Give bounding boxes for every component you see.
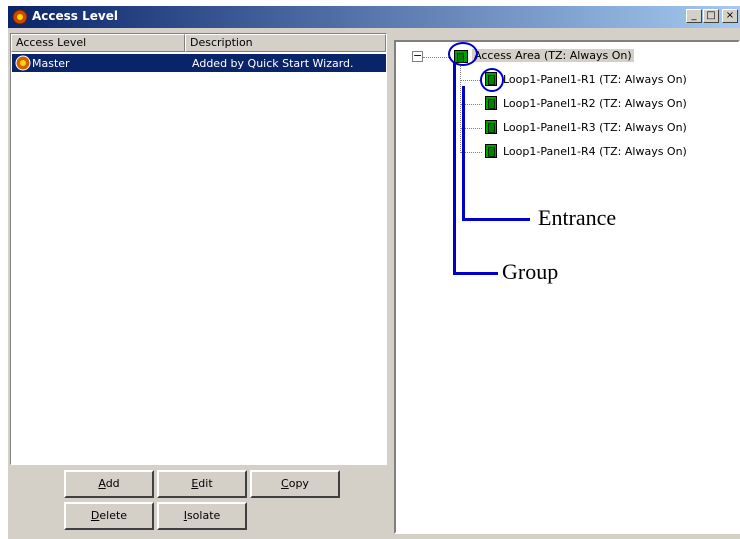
tree-root-label[interactable]: Access Area (TZ: Always On)	[472, 49, 634, 62]
tree-connector	[460, 80, 482, 81]
edit-button-label: dit	[198, 477, 213, 490]
app-icon	[12, 9, 28, 25]
tree-connector	[423, 57, 451, 58]
group-pointer-line	[453, 272, 498, 275]
window-title: Access Level	[32, 9, 118, 23]
copy-button-hotkey: C	[281, 477, 289, 490]
tree-item-r4[interactable]: Loop1-Panel1-R4 (TZ: Always On)	[503, 145, 687, 158]
access-level-list[interactable]: Access Level Description Master Added by…	[10, 33, 387, 465]
table-row[interactable]: Master Added by Quick Start Wizard.	[12, 54, 386, 72]
isolate-button-label: solate	[186, 509, 221, 522]
tree-item-r3[interactable]: Loop1-Panel1-R3 (TZ: Always On)	[503, 121, 687, 134]
door-icon	[485, 96, 497, 110]
delete-button[interactable]: Delete	[64, 502, 154, 530]
entrance-highlight-circle	[480, 68, 504, 92]
add-button[interactable]: Add	[64, 470, 154, 498]
collapse-toggle[interactable]: −	[412, 50, 423, 62]
minimize-button[interactable]: _	[686, 9, 702, 23]
tree-item-r2[interactable]: Loop1-Panel1-R2 (TZ: Always On)	[503, 97, 687, 110]
close-button[interactable]: ×	[722, 9, 738, 23]
tree-connector	[460, 64, 461, 153]
entrance-pointer-line	[462, 218, 530, 221]
copy-button[interactable]: Copy	[250, 470, 340, 498]
group-annotation: Group	[502, 259, 559, 284]
edit-button[interactable]: Edit	[157, 470, 247, 498]
column-header-access-level[interactable]: Access Level	[11, 34, 185, 52]
delete-button-label: elete	[99, 509, 128, 522]
entrance-pointer-line	[462, 86, 465, 220]
access-level-cell: Master	[32, 57, 70, 70]
group-pointer-line	[453, 62, 456, 274]
entrance-annotation: Entrance	[538, 205, 617, 230]
title-bar: Access Level _ □ ×	[8, 6, 740, 28]
add-button-label: dd	[105, 477, 120, 490]
tree-item-r1[interactable]: Loop1-Panel1-R1 (TZ: Always On)	[503, 73, 687, 86]
door-icon	[485, 144, 497, 158]
maximize-button[interactable]: □	[703, 9, 719, 23]
isolate-button[interactable]: Isolate	[157, 502, 247, 530]
column-header-description[interactable]: Description	[185, 34, 386, 52]
access-area-tree[interactable]	[394, 40, 740, 534]
door-icon	[485, 120, 497, 134]
master-icon	[15, 55, 31, 71]
add-button-hotkey: A	[98, 477, 106, 490]
copy-button-label: opy	[288, 477, 309, 490]
description-cell: Added by Quick Start Wizard.	[192, 57, 354, 70]
